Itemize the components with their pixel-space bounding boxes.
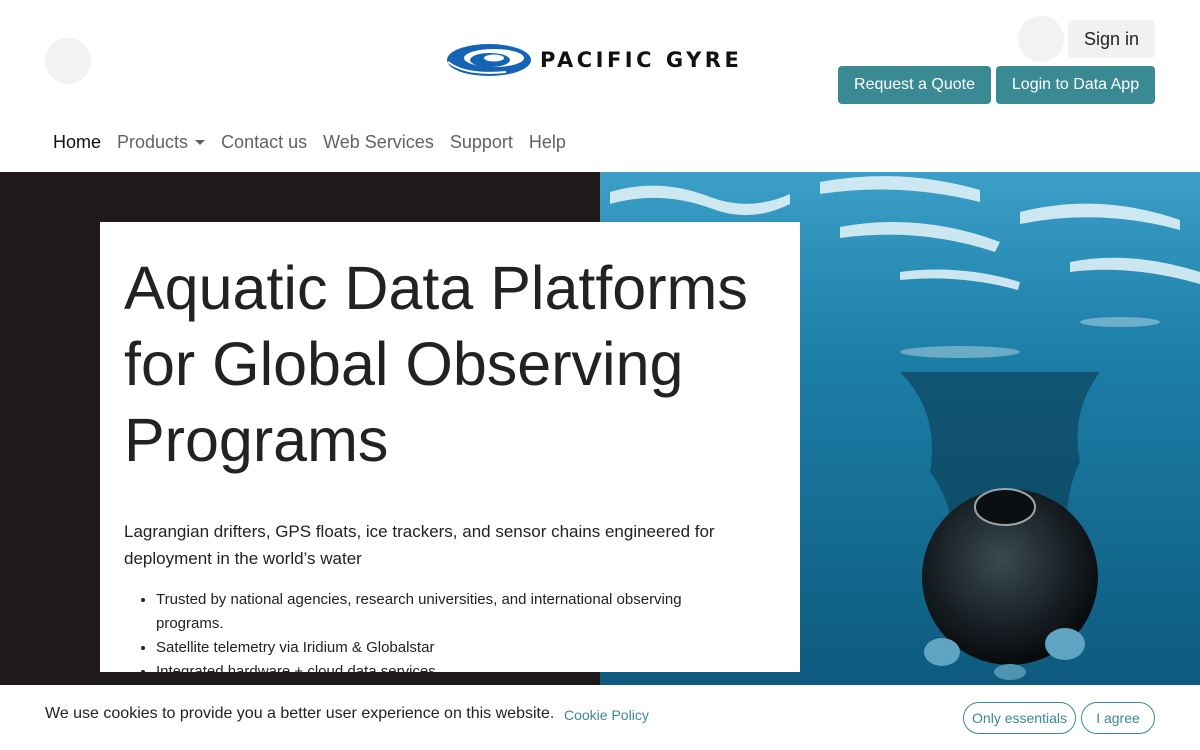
cookie-banner: We use cookies to provide you a better u… — [0, 685, 1200, 750]
cookie-policy-link[interactable]: Cookie Policy — [564, 707, 649, 723]
cookie-message: We use cookies to provide you a better u… — [45, 705, 555, 722]
site-header: PACIFIC GYRE Sign in Request a Quote Log… — [0, 0, 1200, 172]
list-item: Integrated hardware + cloud data service… — [156, 660, 714, 672]
hero-card: Aquatic Data Platforms for Global Observ… — [100, 222, 800, 672]
chevron-down-icon — [195, 140, 206, 145]
nav-item-contact[interactable]: Contact us — [221, 131, 307, 153]
list-item: Satellite telemetry via Iridium & Global… — [156, 636, 714, 660]
user-avatar-icon[interactable] — [1018, 16, 1064, 62]
hero-bullet-list: Trusted by national agencies, research u… — [124, 588, 714, 672]
nav-item-products-label: Products — [117, 132, 189, 152]
nav-item-web-services[interactable]: Web Services — [323, 131, 434, 153]
brand-logo[interactable]: PACIFIC GYRE — [446, 40, 758, 80]
menu-icon[interactable] — [45, 38, 91, 84]
sign-in-button[interactable]: Sign in — [1068, 20, 1155, 58]
nav-item-support[interactable]: Support — [450, 131, 513, 153]
request-quote-button[interactable]: Request a Quote — [838, 66, 991, 104]
nav-item-home[interactable]: Home — [53, 131, 101, 153]
i-agree-button[interactable]: I agree — [1081, 702, 1155, 734]
main-nav: Home Products Contact us Web Services Su… — [53, 131, 566, 153]
only-essentials-button[interactable]: Only essentials — [963, 702, 1076, 734]
hero-subtitle: Lagrangian drifters, GPS floats, ice tra… — [124, 522, 715, 568]
hero-section: Aquatic Data Platforms for Global Observ… — [0, 172, 1200, 685]
list-item: Trusted by national agencies, research u… — [156, 588, 714, 636]
nav-item-help[interactable]: Help — [529, 131, 566, 153]
brand-name: PACIFIC GYRE — [540, 48, 743, 72]
pacific-gyre-swirl-icon — [447, 44, 531, 76]
login-data-app-button[interactable]: Login to Data App — [996, 66, 1155, 104]
nav-item-products[interactable]: Products — [117, 131, 206, 153]
hero-title: Aquatic Data Platforms for Global Observ… — [124, 254, 748, 474]
